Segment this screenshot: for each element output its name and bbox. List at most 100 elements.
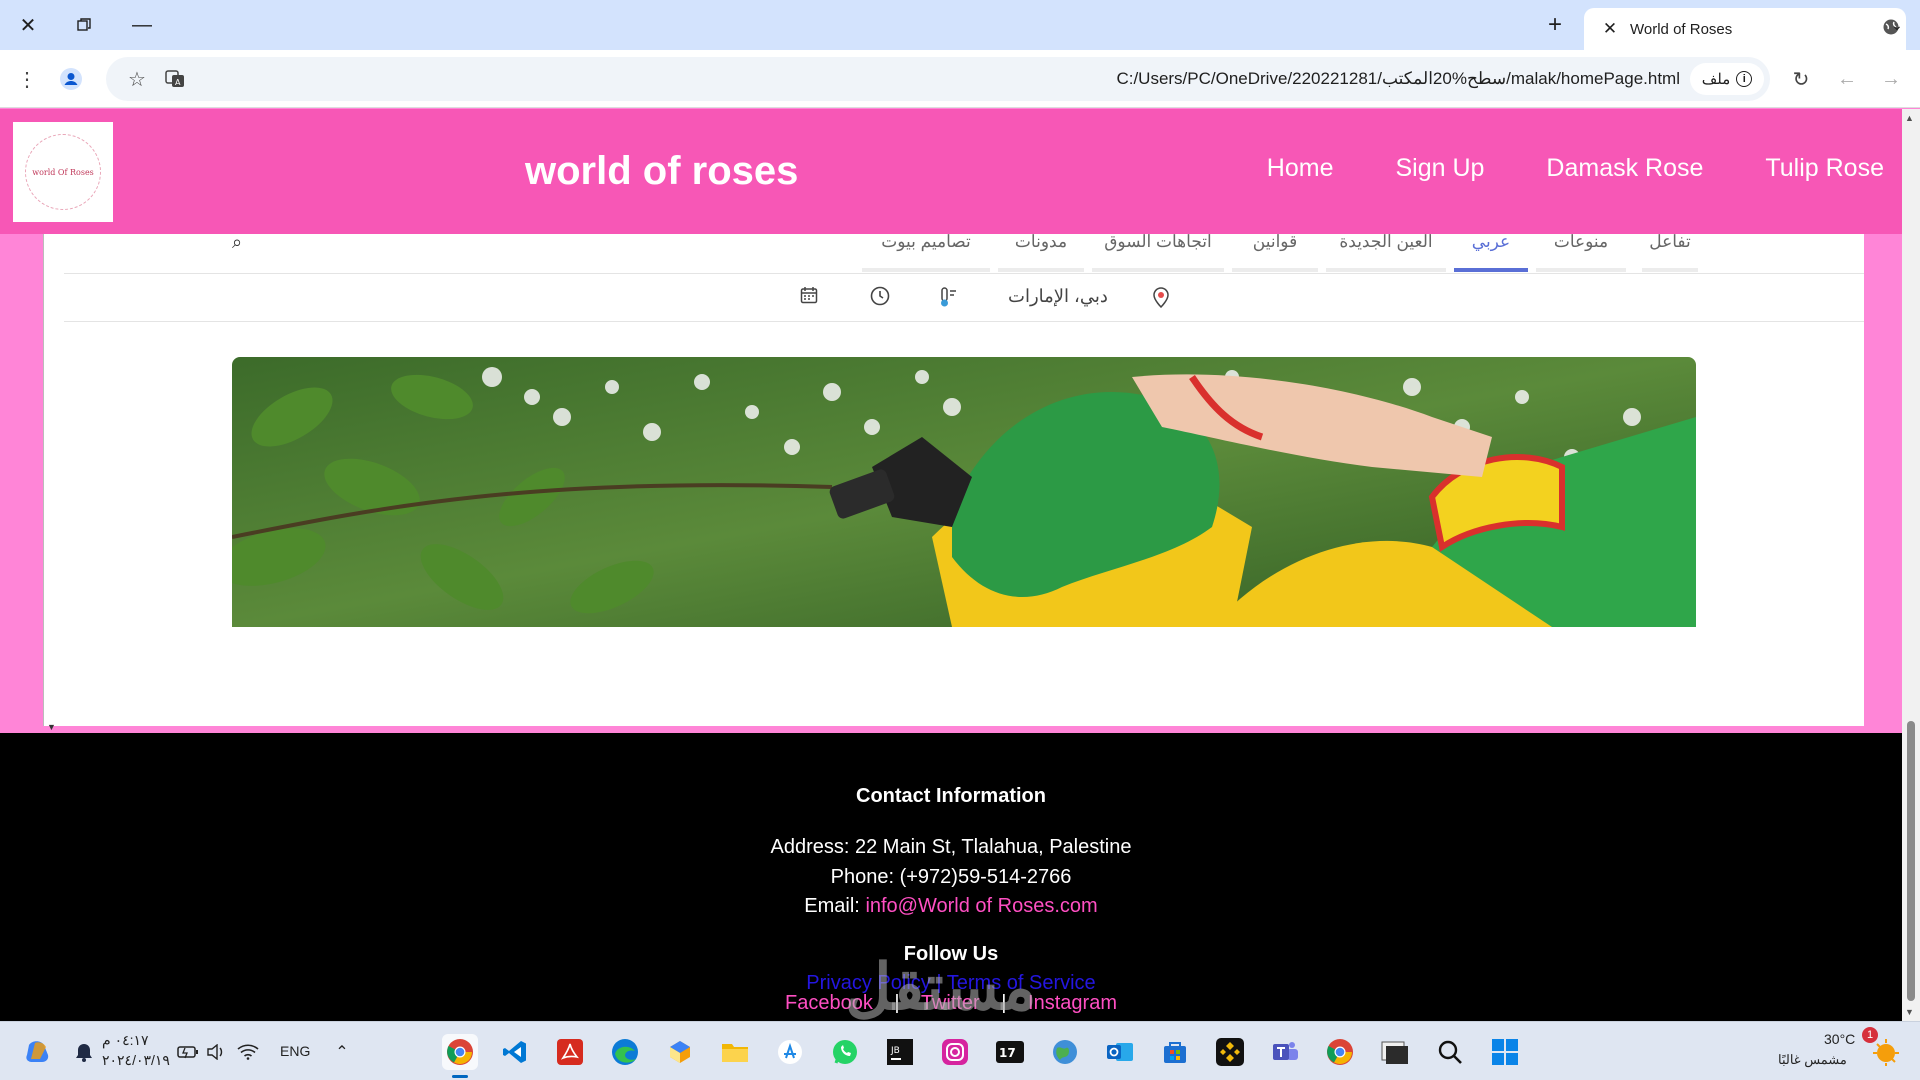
outlook-icon[interactable] — [1102, 1034, 1138, 1070]
store-icon[interactable] — [1157, 1034, 1193, 1070]
acrobat-icon[interactable] — [552, 1034, 588, 1070]
email-link[interactable]: info@World of Roses.com — [865, 895, 1097, 917]
map-pin-icon — [1152, 286, 1170, 313]
new-tab-button[interactable]: + — [1540, 10, 1570, 40]
social-separator: | — [894, 992, 900, 1014]
category-tab[interactable]: تصاميم بيوت — [862, 234, 990, 272]
restore-window-icon[interactable] — [66, 10, 102, 40]
terms-of-service-link[interactable]: Terms of Service — [947, 972, 1096, 994]
page-scrollbar[interactable]: ▲ ▼ — [1902, 109, 1920, 1021]
category-tab[interactable]: اتجاهات السوق — [1092, 234, 1224, 272]
clock-time[interactable]: ٠٤:١٧ م — [102, 1032, 149, 1049]
jetbrains-icon[interactable]: JB — [882, 1034, 918, 1070]
nav-damask-rose-link[interactable]: Damask Rose — [1546, 154, 1703, 183]
category-tab[interactable]: تفاعل — [1642, 234, 1698, 272]
twitter-link[interactable]: Twitter — [921, 992, 980, 1014]
windows-taskbar: ٠٤:١٧ م ٢٠٢٤/٠٣/١٩ ENG ⌃ JB 17 30°C مشمس… — [0, 1021, 1920, 1080]
teams-icon[interactable] — [1267, 1034, 1303, 1070]
nav-home-link[interactable]: Home — [1267, 154, 1334, 183]
browser-tabstrip: ✕ — + ✕ World of Roses ⌄ — [0, 0, 1920, 50]
weather-condition[interactable]: مشمس غالبًا — [1778, 1052, 1847, 1068]
contact-email-row: Email: info@World of Roses.com — [0, 895, 1902, 918]
frame-scroll-down-icon[interactable]: ▼ — [47, 722, 56, 732]
tradingview-icon[interactable]: 17 — [992, 1034, 1028, 1070]
edge-icon[interactable] — [607, 1034, 643, 1070]
contact-address: Address: 22 Main St, Tlalahua, Palestine — [770, 836, 1132, 858]
weather-temperature[interactable]: 30°C — [1824, 1031, 1855, 1047]
bookmark-star-icon[interactable]: ☆ — [120, 62, 154, 96]
contact-phone: Phone: (+972)59-514-2766 — [830, 866, 1072, 888]
back-arrow-icon[interactable]: ← — [1830, 62, 1864, 96]
embedded-news-frame: ▼ ⌕ تفاعل منوعات عربي العين الجديدة قوان… — [43, 234, 1864, 732]
site-logo[interactable]: world Of Roses — [13, 122, 113, 222]
vscode-icon[interactable] — [497, 1034, 533, 1070]
contact-heading: Contact Information — [856, 785, 1046, 807]
info-icon: i — [1736, 71, 1753, 87]
browser-tab-active[interactable]: ✕ World of Roses — [1584, 8, 1906, 50]
binance-icon[interactable] — [1212, 1034, 1248, 1070]
frame-search-icon[interactable]: ⌕ — [232, 234, 242, 253]
system-tray-chevron-icon[interactable]: ⌃ — [324, 1034, 360, 1070]
site-header: world Of Roses world of roses Home Sign … — [0, 109, 1902, 234]
chrome-alt-icon[interactable] — [1322, 1034, 1358, 1070]
notification-bell-icon[interactable] — [66, 1034, 102, 1070]
frame-scrollbar[interactable]: ▼ — [44, 234, 60, 732]
windows-icon[interactable] — [1487, 1034, 1523, 1070]
svg-text:JB: JB — [890, 1046, 900, 1056]
scroll-down-icon[interactable]: ▼ — [1905, 1007, 1914, 1017]
copilot-icon[interactable] — [20, 1034, 56, 1070]
nav-signup-link[interactable]: Sign Up — [1395, 154, 1484, 183]
forward-arrow-icon[interactable]: → — [1874, 62, 1908, 96]
temperature-icon[interactable] — [938, 286, 958, 313]
search-icon[interactable] — [1432, 1034, 1468, 1070]
logo-text: world Of Roses — [32, 167, 94, 177]
nav-tulip-rose-link[interactable]: Tulip Rose — [1765, 154, 1884, 183]
reload-icon[interactable]: ↻ — [1784, 62, 1818, 96]
wifi-icon[interactable] — [230, 1034, 266, 1070]
site-info-chip[interactable]: ملف i — [1690, 63, 1764, 95]
legal-links-row: Privacy Policy | Terms of Service — [0, 972, 1902, 995]
earth-icon[interactable] — [1047, 1034, 1083, 1070]
tab-close-icon[interactable]: ✕ — [1594, 19, 1626, 39]
clock-icon[interactable] — [870, 286, 890, 311]
language-indicator[interactable]: ENG — [280, 1043, 310, 1059]
scrollbar-thumb[interactable] — [1907, 721, 1915, 1001]
profile-avatar-icon[interactable] — [54, 62, 88, 96]
facebook-link[interactable]: Facebook — [785, 992, 873, 1014]
privacy-policy-link[interactable]: Privacy Policy — [806, 972, 930, 994]
svg-text:A: A — [175, 78, 181, 87]
terminal-icon[interactable] — [1377, 1034, 1413, 1070]
minimize-window-icon[interactable]: — — [124, 10, 160, 40]
close-window-icon[interactable]: ✕ — [10, 10, 46, 40]
address-bar[interactable]: ☆ A C:/Users/PC/OneDrive/220221281/سطح%2… — [106, 57, 1770, 101]
clock-date[interactable]: ٢٠٢٤/٠٣/١٩ — [102, 1052, 170, 1069]
category-tab[interactable]: مدونات — [998, 234, 1084, 272]
category-tabs: ⌕ تفاعل منوعات عربي العين الجديدة قوانين… — [64, 234, 1864, 274]
url-text[interactable]: C:/Users/PC/OneDrive/220221281/سطح%20الم… — [1116, 69, 1680, 89]
category-tab-active[interactable]: عربي — [1454, 234, 1528, 272]
instagram-icon[interactable] — [937, 1034, 973, 1070]
tab-title: World of Roses — [1630, 20, 1733, 38]
menu-dots-icon[interactable]: ⋮ — [10, 62, 44, 96]
frame-content: ⌕ تفاعل منوعات عربي العين الجديدة قوانين… — [64, 234, 1864, 726]
whatsapp-icon[interactable] — [827, 1034, 863, 1070]
follow-heading: Follow Us — [903, 943, 999, 965]
instagram-link[interactable]: Instagram — [1028, 992, 1117, 1014]
category-tab[interactable]: العين الجديدة — [1326, 234, 1446, 272]
email-label: Email: — [804, 895, 860, 917]
category-tab[interactable]: قوانين — [1232, 234, 1318, 272]
active-app-indicator — [452, 1075, 468, 1078]
translate-icon[interactable]: A — [158, 62, 192, 96]
page-viewport: world Of Roses world of roses Home Sign … — [0, 109, 1920, 1021]
files-icon[interactable] — [717, 1034, 753, 1070]
main-nav: Home Sign Up Damask Rose Tulip Rose — [1267, 154, 1884, 183]
scroll-up-icon[interactable]: ▲ — [1905, 113, 1914, 123]
tab-search-chevron-icon[interactable]: ⌄ — [1880, 10, 1914, 40]
social-links-row: Facebook | Twitter | Instagram — [0, 992, 1902, 1015]
chrome-icon[interactable] — [442, 1034, 478, 1070]
calendar-icon[interactable] — [800, 286, 818, 309]
cube-app-icon[interactable] — [662, 1034, 698, 1070]
appstore-icon[interactable] — [772, 1034, 808, 1070]
volume-icon[interactable] — [198, 1034, 234, 1070]
category-tab[interactable]: منوعات — [1536, 234, 1626, 272]
